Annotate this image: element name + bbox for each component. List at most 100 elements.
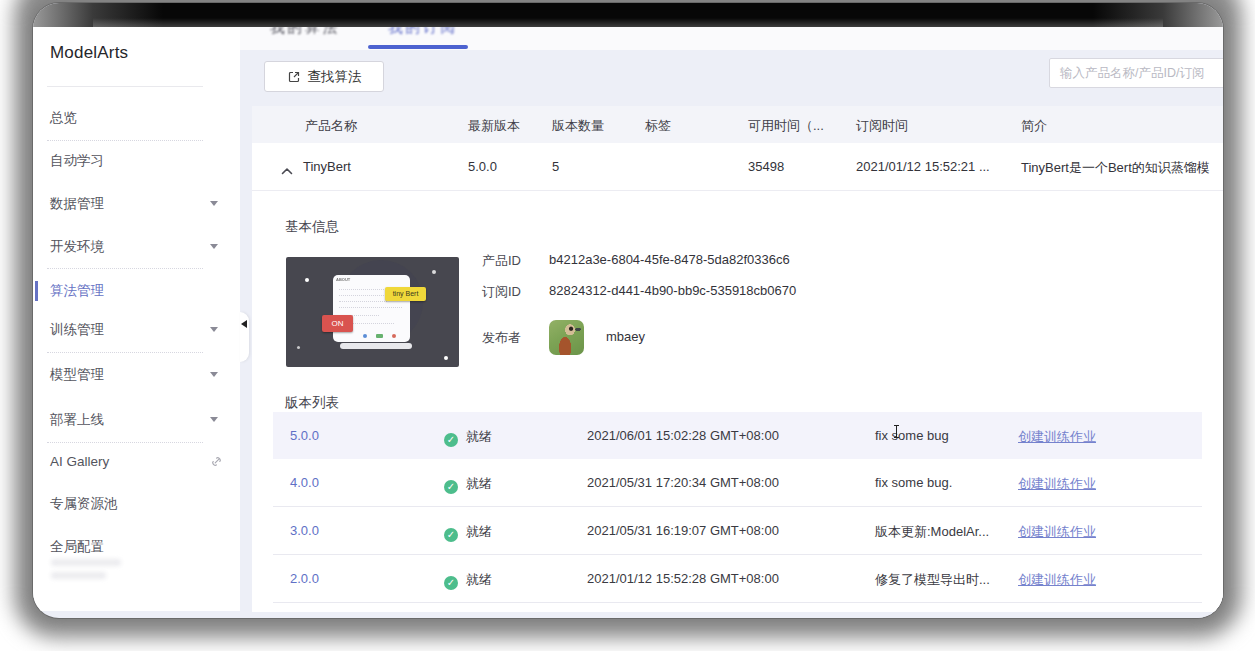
sidebar-item-label: AI Gallery — [50, 454, 109, 469]
text-cursor — [893, 425, 900, 439]
status-badge: ✓就绪 — [444, 428, 492, 447]
chevron-down-icon — [210, 372, 218, 377]
product-desc: TinyBert是一个Bert的知识蒸馏模 — [1021, 159, 1210, 177]
thumb-laptop-base — [340, 343, 412, 349]
create-training-job-link[interactable]: 创建训练作业 — [1018, 571, 1096, 589]
sidebar-item-label: 部署上线 — [50, 411, 104, 429]
version-row[interactable]: 4.0.0 ✓就绪 2021/05/31 17:20:34 GMT+08:00 … — [273, 459, 1202, 507]
basic-info-title: 基本信息 — [285, 218, 339, 236]
create-training-job-link[interactable]: 创建训练作业 — [1018, 523, 1096, 541]
sidebar-item-deployment[interactable]: 部署上线 — [33, 410, 240, 430]
column-header: 简介 — [1021, 117, 1047, 135]
table-header: 产品名称 最新版本 版本数量 标签 可用时间（... 订阅时间 简介 — [252, 106, 1223, 143]
column-header: 产品名称 — [305, 117, 357, 135]
smudge — [51, 572, 106, 579]
divider — [47, 86, 203, 87]
sidebar-item-auto-learning[interactable]: 自动学习 — [33, 151, 240, 171]
sidebar-item-label: 模型管理 — [50, 366, 104, 384]
external-link-icon — [211, 455, 222, 470]
active-indicator — [35, 281, 38, 301]
version-link[interactable]: 2.0.0 — [290, 571, 319, 586]
check-icon: ✓ — [444, 576, 458, 590]
sidebar-item-label: 训练管理 — [50, 321, 104, 339]
check-icon: ✓ — [444, 480, 458, 494]
expanded-detail: 基本信息 ABOUT tiny Bert ON 产品ID — [252, 192, 1223, 612]
version-link[interactable]: 5.0.0 — [290, 428, 319, 443]
product-thumbnail: ABOUT tiny Bert ON — [286, 257, 459, 367]
app-window: ModelArts 总览 自动学习 数据管理 开发环境 算法管理 训练管理 模型… — [33, 3, 1223, 618]
version-count: 5 — [552, 159, 559, 174]
column-header: 订阅时间 — [856, 117, 908, 135]
sidebar-item-training-management[interactable]: 训练管理 — [33, 320, 240, 340]
field-label: 发布者 — [482, 329, 521, 347]
find-algorithm-label: 查找算法 — [308, 68, 362, 86]
product-name-link[interactable]: TinyBert — [303, 159, 351, 174]
available-time: 35498 — [748, 159, 784, 174]
version-row[interactable]: 5.0.0 ✓就绪 2021/06/01 15:02:28 GMT+08:00 … — [273, 412, 1202, 460]
sidebar-item-label: 全局配置 — [50, 538, 104, 556]
sidebar-item-label: 专属资源池 — [50, 495, 118, 513]
version-time: 2021/06/01 15:02:28 GMT+08:00 — [587, 428, 779, 443]
sidebar-item-overview[interactable]: 总览 — [33, 108, 240, 128]
chevron-up-icon[interactable] — [281, 161, 293, 179]
chevron-down-icon — [210, 417, 218, 422]
column-header: 可用时间（... — [748, 117, 824, 135]
version-row[interactable]: 3.0.0 ✓就绪 2021/05/31 16:19:07 GMT+08:00 … — [273, 507, 1202, 555]
publisher-name: mbaey — [606, 329, 645, 344]
divider — [47, 352, 203, 353]
field-label: 订阅ID — [482, 283, 521, 301]
create-training-job-link[interactable]: 创建训练作业 — [1018, 428, 1096, 446]
version-link[interactable]: 3.0.0 — [290, 523, 319, 538]
status-badge: ✓就绪 — [444, 475, 492, 494]
thumb-on-button: ON — [322, 315, 353, 332]
sidebar-item-label: 开发环境 — [50, 238, 104, 256]
main-area: 我的算法 我的订阅 查找算法 输入产品名称/产品ID/订阅 产品名称 最新版本 … — [240, 27, 1223, 618]
latest-version: 5.0.0 — [468, 159, 497, 174]
check-icon: ✓ — [444, 528, 458, 542]
thumb-icons — [363, 334, 396, 338]
chevron-down-icon — [210, 244, 218, 249]
version-desc: fix some bug. — [875, 475, 952, 490]
version-time: 2021/05/31 17:20:34 GMT+08:00 — [587, 475, 779, 490]
column-header: 标签 — [645, 117, 671, 135]
version-time: 2021/05/31 16:19:07 GMT+08:00 — [587, 523, 779, 538]
smudge — [51, 559, 121, 566]
chevron-down-icon — [210, 327, 218, 332]
sidebar-item-dev-environment[interactable]: 开发环境 — [33, 237, 240, 257]
thumb-tag: tiny Bert — [385, 287, 426, 301]
divider — [47, 442, 203, 443]
sidebar-item-algorithm-management[interactable]: 算法管理 — [33, 281, 240, 301]
version-row[interactable]: 2.0.0 ✓就绪 2021/01/12 15:52:28 GMT+08:00 … — [273, 555, 1202, 603]
status-badge: ✓就绪 — [444, 523, 492, 542]
sidebar-item-model-management[interactable]: 模型管理 — [33, 365, 240, 385]
brand-title: ModelArts — [50, 43, 128, 63]
find-icon — [287, 70, 301, 84]
find-algorithm-button[interactable]: 查找算法 — [264, 61, 384, 92]
sidebar-item-label: 自动学习 — [50, 152, 104, 170]
divider — [47, 268, 203, 269]
column-header: 最新版本 — [468, 117, 520, 135]
sidebar-item-global-config[interactable]: 全局配置 — [33, 537, 240, 557]
create-training-job-link[interactable]: 创建训练作业 — [1018, 475, 1096, 493]
active-tab-underline — [368, 45, 468, 49]
search-placeholder: 输入产品名称/产品ID/订阅 — [1060, 65, 1204, 82]
sidebar-item-data-management[interactable]: 数据管理 — [33, 194, 240, 214]
top-black-bar — [33, 3, 1223, 27]
subscribe-time: 2021/01/12 15:52:21 ... — [856, 159, 990, 174]
sidebar-item-ai-gallery[interactable]: AI Gallery — [33, 453, 240, 473]
table-row[interactable]: TinyBert 5.0.0 5 35498 2021/01/12 15:52:… — [252, 143, 1223, 191]
field-value: 82824312-d441-4b90-bb9c-535918cb0670 — [549, 283, 796, 298]
sidebar-item-label: 数据管理 — [50, 195, 104, 213]
field-value: b4212a3e-6804-45fe-8478-5da82f0336c6 — [549, 252, 790, 267]
version-list-title: 版本列表 — [285, 394, 339, 412]
thumb-about-label: ABOUT — [336, 277, 350, 282]
sidebar: ModelArts 总览 自动学习 数据管理 开发环境 算法管理 训练管理 模型… — [33, 27, 240, 611]
version-desc: 版本更新:ModelAr... — [875, 523, 989, 541]
sidebar-item-dedicated-pool[interactable]: 专属资源池 — [33, 494, 240, 514]
sidebar-collapse-handle[interactable] — [240, 312, 249, 362]
search-input[interactable]: 输入产品名称/产品ID/订阅 — [1049, 58, 1223, 88]
version-link[interactable]: 4.0.0 — [290, 475, 319, 490]
version-time: 2021/01/12 15:52:28 GMT+08:00 — [587, 571, 779, 586]
version-desc: 修复了模型导出时... — [875, 571, 990, 589]
divider — [47, 140, 203, 141]
